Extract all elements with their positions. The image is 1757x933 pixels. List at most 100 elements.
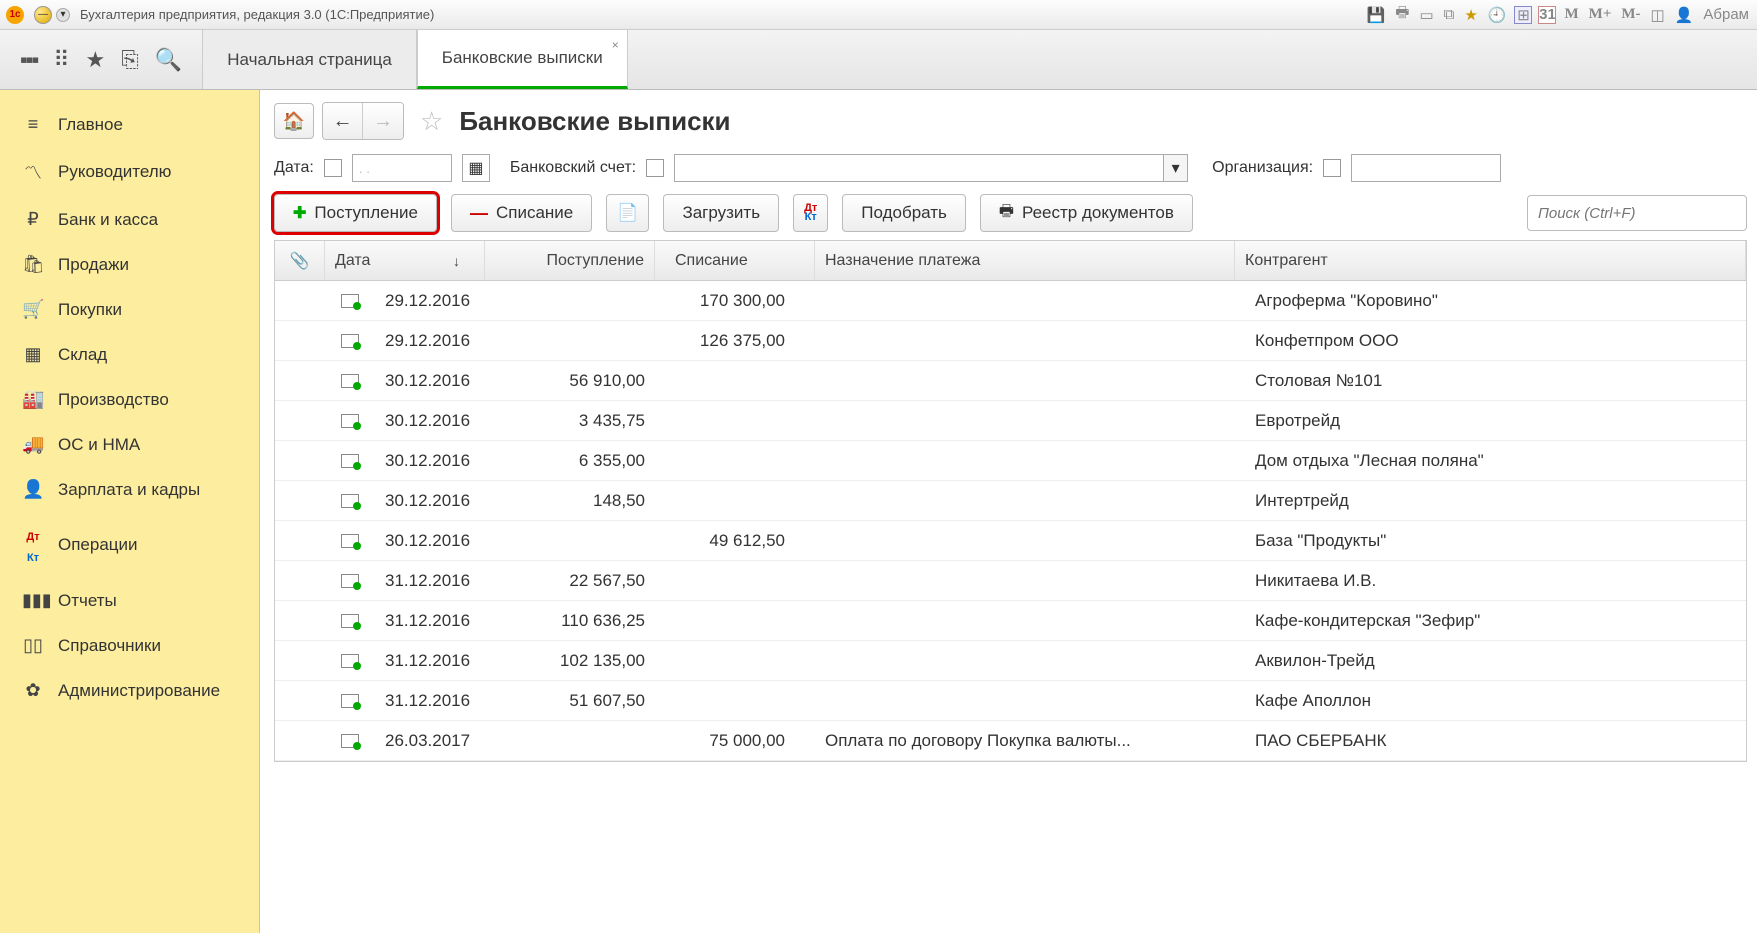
favorite-icon[interactable]: ★ bbox=[1462, 6, 1479, 24]
apps-grid-icon[interactable]: ▪▪▪ bbox=[20, 47, 37, 73]
table-row[interactable]: 30.12.201649 612,50База "Продукты" bbox=[275, 521, 1746, 561]
compare-icon[interactable]: ⧉ bbox=[1442, 6, 1457, 23]
document-posted-icon bbox=[341, 614, 359, 628]
nav-main[interactable]: ≡Главное bbox=[0, 102, 259, 147]
table-row[interactable]: 30.12.2016148,50Интертрейд bbox=[275, 481, 1746, 521]
nav-refs[interactable]: ▯▯Справочники bbox=[0, 623, 259, 668]
nav-purchases[interactable]: 🛒Покупки bbox=[0, 287, 259, 332]
nav-assets[interactable]: 🚚ОС и НМА bbox=[0, 422, 259, 467]
calendar-icon[interactable]: 31 bbox=[1538, 6, 1556, 24]
m-button[interactable]: M bbox=[1562, 6, 1580, 23]
search-icon[interactable]: 🔍 bbox=[155, 47, 182, 73]
copy-button[interactable]: 📄 bbox=[606, 194, 649, 232]
pick-button[interactable]: Подобрать bbox=[842, 194, 966, 232]
nav-reports[interactable]: ▮▮▮Отчеты bbox=[0, 578, 259, 623]
window-menu-button[interactable]: ▾ bbox=[56, 8, 70, 22]
cell-agent: Дом отдыха "Лесная поляна" bbox=[1235, 451, 1746, 471]
m-minus-button[interactable]: M- bbox=[1619, 6, 1642, 23]
star-icon[interactable]: ★ bbox=[86, 47, 106, 73]
date-picker-icon[interactable]: ▦ bbox=[462, 154, 490, 182]
page-title: Банковские выписки bbox=[459, 106, 730, 137]
cell-date: 29.12.2016 bbox=[375, 291, 485, 311]
nav-manager[interactable]: 〽Руководителю bbox=[0, 147, 259, 197]
org-combo[interactable] bbox=[1351, 154, 1501, 182]
forward-button[interactable]: → bbox=[363, 103, 403, 139]
print-icon[interactable]: 🖶 bbox=[1393, 2, 1411, 27]
col-purpose[interactable]: Назначение платежа bbox=[815, 241, 1235, 280]
cell-outcome: 126 375,00 bbox=[655, 331, 815, 351]
nav-assets-label: ОС и НМА bbox=[58, 435, 140, 455]
table-row[interactable]: 31.12.2016102 135,00Аквилон-Трейд bbox=[275, 641, 1746, 681]
cell-date: 31.12.2016 bbox=[375, 611, 485, 631]
org-checkbox[interactable] bbox=[1323, 159, 1341, 177]
sort-asc-icon: ↓ bbox=[453, 253, 474, 269]
table-row[interactable]: 26.03.201775 000,00Оплата по договору По… bbox=[275, 721, 1746, 761]
favorite-star-icon[interactable]: ☆ bbox=[420, 106, 443, 137]
cell-status-icon bbox=[325, 334, 375, 348]
registry-label: Реестр документов bbox=[1022, 203, 1174, 223]
m-plus-button[interactable]: M+ bbox=[1587, 6, 1614, 23]
nav-operations[interactable]: ДтКтОперации bbox=[0, 512, 259, 578]
cell-status-icon bbox=[325, 574, 375, 588]
doc-icon[interactable]: ▭ bbox=[1417, 6, 1435, 24]
registry-button[interactable]: 🖶Реестр документов bbox=[980, 194, 1193, 232]
table-row[interactable]: 29.12.2016126 375,00Конфетпром ООО bbox=[275, 321, 1746, 361]
nav-admin[interactable]: ✿Администрирование bbox=[0, 668, 259, 713]
col-attachment[interactable]: 📎 bbox=[275, 241, 325, 280]
main-area: 🏠 ← → ☆ Банковские выписки Дата: ▦ Банко… bbox=[260, 90, 1757, 933]
link-icon[interactable]: ⎘ bbox=[121, 47, 139, 73]
cell-date: 31.12.2016 bbox=[375, 571, 485, 591]
account-checkbox[interactable] bbox=[646, 159, 664, 177]
tab-home[interactable]: Начальная страница bbox=[202, 30, 417, 89]
minimize-button[interactable]: — bbox=[34, 6, 52, 24]
col-date[interactable]: Дата↓ bbox=[325, 241, 485, 280]
table-row[interactable]: 30.12.20166 355,00Дом отдыха "Лесная пол… bbox=[275, 441, 1746, 481]
account-input[interactable] bbox=[674, 154, 1164, 182]
back-button[interactable]: ← bbox=[323, 103, 363, 139]
cell-agent: Аквилон-Трейд bbox=[1235, 651, 1746, 671]
col-outcome[interactable]: Списание bbox=[655, 241, 815, 280]
save-icon[interactable]: 💾 bbox=[1365, 6, 1388, 24]
nav-bank[interactable]: ₽Банк и касса bbox=[0, 197, 259, 242]
data-grid: 📎 Дата↓ Поступление Списание Назначение … bbox=[274, 240, 1747, 762]
col-agent[interactable]: Контрагент bbox=[1235, 241, 1746, 280]
table-row[interactable]: 31.12.2016110 636,25Кафе-кондитерская "З… bbox=[275, 601, 1746, 641]
nav-bank-label: Банк и касса bbox=[58, 210, 158, 230]
user-icon[interactable]: 👤 bbox=[1673, 6, 1696, 24]
load-button[interactable]: Загрузить bbox=[663, 194, 779, 232]
cell-outcome: 170 300,00 bbox=[655, 291, 815, 311]
nav-sales[interactable]: 🛍Продажи bbox=[0, 242, 259, 287]
document-posted-icon bbox=[341, 694, 359, 708]
nav-back-forward: ← → bbox=[322, 102, 404, 140]
search-input[interactable] bbox=[1527, 195, 1747, 231]
table-row[interactable]: 29.12.2016170 300,00Агроферма "Коровино" bbox=[275, 281, 1746, 321]
tab-close-icon[interactable]: × bbox=[612, 38, 619, 52]
table-row[interactable]: 31.12.201651 607,50Кафе Аполлон bbox=[275, 681, 1746, 721]
calculator-icon[interactable]: ⊞ bbox=[1514, 6, 1532, 24]
org-input[interactable] bbox=[1351, 154, 1501, 182]
account-combo[interactable]: ▾ bbox=[674, 154, 1188, 182]
dtkt-button[interactable]: ДтКт bbox=[793, 194, 828, 232]
account-dropdown-icon[interactable]: ▾ bbox=[1164, 154, 1188, 182]
table-row[interactable]: 31.12.201622 567,50Никитаева И.В. bbox=[275, 561, 1746, 601]
date-input[interactable] bbox=[352, 154, 452, 182]
document-posted-icon bbox=[341, 574, 359, 588]
nav-purchases-label: Покупки bbox=[58, 300, 122, 320]
apps-grid-icon-2[interactable]: ⠿ bbox=[53, 47, 69, 73]
username[interactable]: Абрам bbox=[1701, 6, 1751, 23]
home-button[interactable]: 🏠 bbox=[274, 103, 314, 139]
table-row[interactable]: 30.12.201656 910,00Столовая №101 bbox=[275, 361, 1746, 401]
date-checkbox[interactable] bbox=[324, 159, 342, 177]
nav-warehouse[interactable]: ▦Склад bbox=[0, 332, 259, 377]
nav-production[interactable]: 🏭Производство bbox=[0, 377, 259, 422]
table-row[interactable]: 30.12.20163 435,75Евротрейд bbox=[275, 401, 1746, 441]
outcome-button[interactable]: —Списание bbox=[451, 194, 592, 232]
col-income[interactable]: Поступление bbox=[485, 241, 655, 280]
panel-toggle-icon[interactable]: ◫ bbox=[1649, 6, 1667, 24]
history-icon[interactable]: 🕘 bbox=[1486, 6, 1509, 24]
tab-bank-statements[interactable]: Банковские выписки × bbox=[417, 30, 628, 89]
account-label: Банковский счет: bbox=[510, 159, 636, 177]
income-button[interactable]: ✚Поступление bbox=[274, 194, 437, 232]
nav-salary[interactable]: 👤Зарплата и кадры bbox=[0, 467, 259, 512]
bag-icon: 🛍 bbox=[22, 254, 44, 275]
